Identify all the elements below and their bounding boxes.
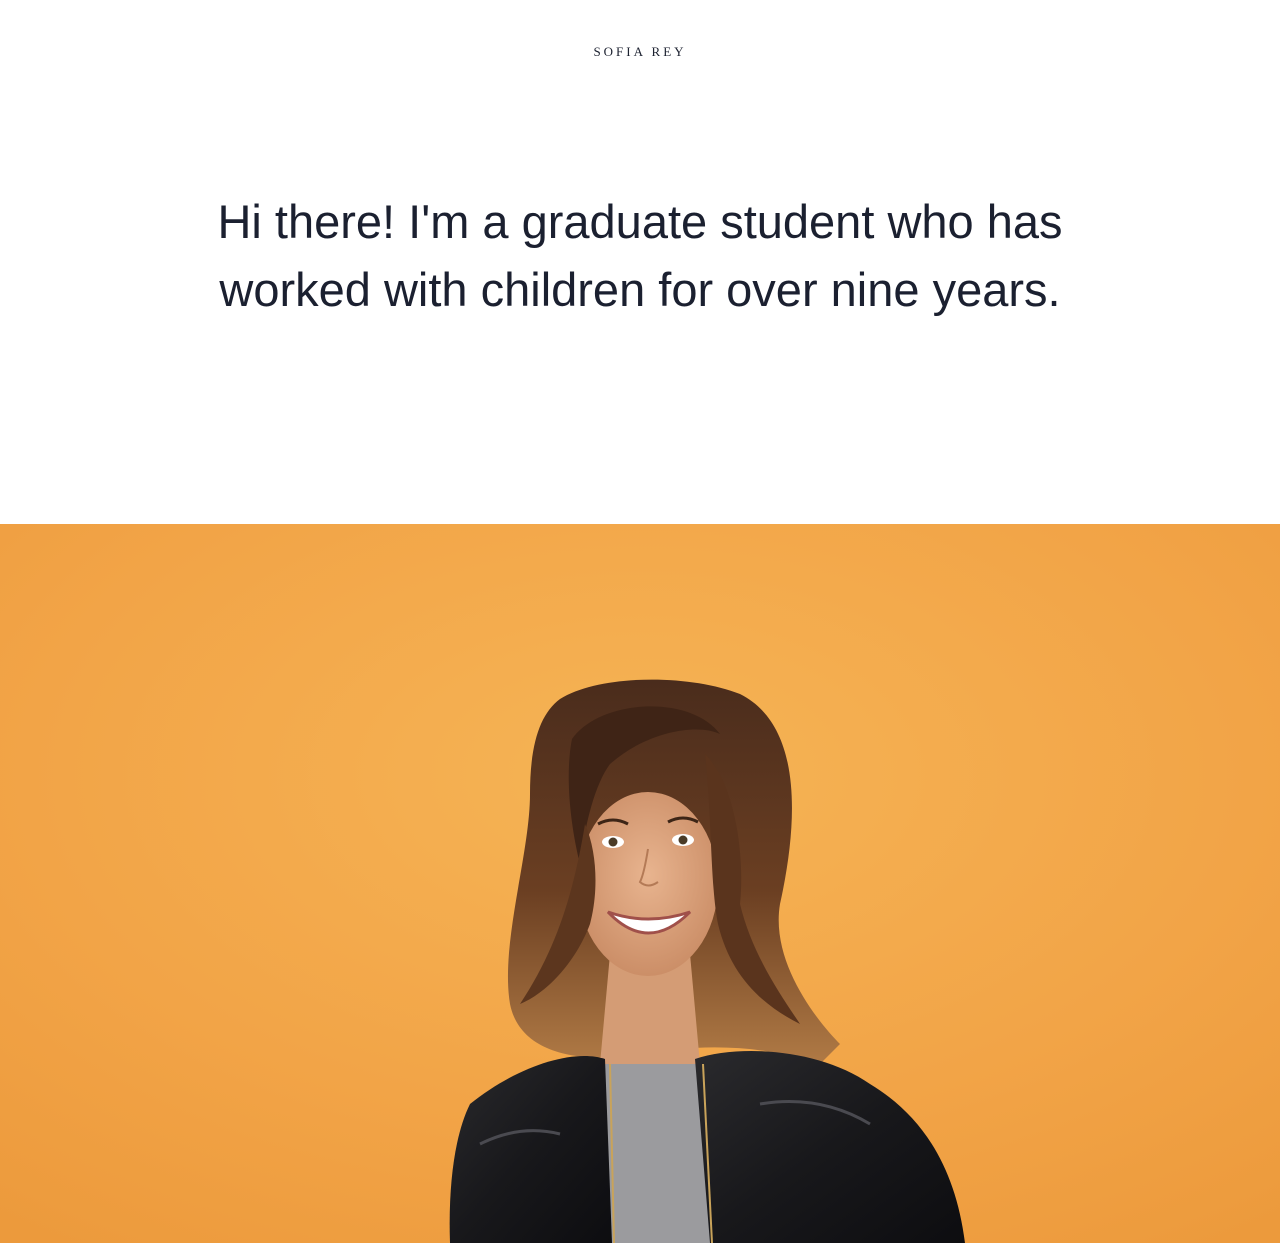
intro-heading: Hi there! I'm a graduate student who has… [217, 195, 1063, 316]
portrait-photo [0, 524, 1280, 1243]
hero-photo [0, 524, 1280, 1243]
right-iris [678, 835, 688, 845]
site-title-link[interactable]: SOFIA REY [0, 44, 1280, 60]
site-header: SOFIA REY [0, 0, 1280, 110]
page: SOFIA REY Hi there! I'm a graduate stude… [0, 0, 1280, 1243]
face [578, 792, 718, 976]
left-iris [608, 837, 618, 847]
